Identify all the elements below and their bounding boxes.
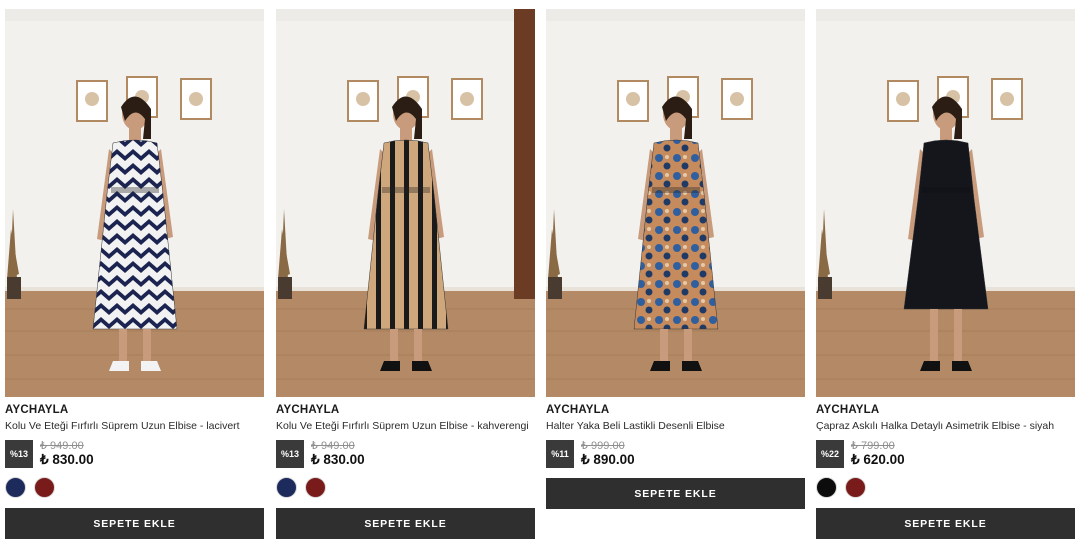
discount-badge: %22 [816, 440, 844, 468]
add-to-cart-button[interactable]: SEPETE EKLE [546, 478, 805, 509]
product-image[interactable] [816, 9, 1075, 397]
product-card[interactable]: AYCHAYLA Çapraz Askılı Halka Detaylı Asi… [816, 9, 1075, 539]
price-row: %13 ₺ 949.00 ₺ 830.00 [276, 440, 535, 468]
color-swatch[interactable] [5, 477, 26, 498]
prices: ₺ 799.00 ₺ 620.00 [851, 440, 905, 468]
color-swatches [5, 477, 264, 498]
product-brand: AYCHAYLA [276, 404, 340, 416]
product-photo [546, 9, 805, 397]
price-row: %22 ₺ 799.00 ₺ 620.00 [816, 440, 1075, 468]
product-brand: AYCHAYLA [546, 404, 610, 416]
new-price: ₺ 830.00 [40, 452, 94, 467]
product-card[interactable]: AYCHAYLA Kolu Ve Eteği Fırfırlı Süprem U… [5, 9, 264, 539]
price-row: %11 ₺ 999.00 ₺ 890.00 [546, 440, 805, 468]
product-image[interactable] [546, 9, 805, 397]
product-brand: AYCHAYLA [5, 404, 69, 416]
discount-badge: %13 [5, 440, 33, 468]
product-title[interactable]: Çapraz Askılı Halka Detaylı Asimetrik El… [816, 419, 1075, 434]
discount-badge: %13 [276, 440, 304, 468]
add-to-cart-button[interactable]: SEPETE EKLE [276, 508, 535, 539]
color-swatches [816, 477, 1075, 498]
prices: ₺ 949.00 ₺ 830.00 [40, 440, 94, 468]
old-price: ₺ 799.00 [851, 440, 895, 452]
color-swatches [276, 477, 535, 498]
product-card[interactable]: AYCHAYLA Halter Yaka Beli Lastikli Desen… [546, 9, 805, 509]
product-card[interactable]: AYCHAYLA Kolu Ve Eteği Fırfırlı Süprem U… [276, 9, 535, 539]
color-swatch[interactable] [305, 477, 326, 498]
price-row: %13 ₺ 949.00 ₺ 830.00 [5, 440, 264, 468]
color-swatch[interactable] [816, 477, 837, 498]
color-swatch[interactable] [276, 477, 297, 498]
product-photo [816, 9, 1075, 397]
discount-badge: %11 [546, 440, 574, 468]
product-title[interactable]: Kolu Ve Eteği Fırfırlı Süprem Uzun Elbis… [5, 419, 264, 434]
product-image[interactable] [276, 9, 535, 397]
prices: ₺ 949.00 ₺ 830.00 [311, 440, 365, 468]
product-title[interactable]: Kolu Ve Eteği Fırfırlı Süprem Uzun Elbis… [276, 419, 535, 434]
product-image[interactable] [5, 9, 264, 397]
product-title[interactable]: Halter Yaka Beli Lastikli Desenli Elbise [546, 419, 805, 434]
old-price: ₺ 999.00 [581, 440, 625, 452]
old-price: ₺ 949.00 [311, 440, 355, 452]
new-price: ₺ 830.00 [311, 452, 365, 467]
product-brand: AYCHAYLA [816, 404, 880, 416]
add-to-cart-button[interactable]: SEPETE EKLE [816, 508, 1075, 539]
new-price: ₺ 620.00 [851, 452, 905, 467]
color-swatch[interactable] [34, 477, 55, 498]
add-to-cart-button[interactable]: SEPETE EKLE [5, 508, 264, 539]
product-photo [5, 9, 264, 397]
old-price: ₺ 949.00 [40, 440, 84, 452]
color-swatch[interactable] [845, 477, 866, 498]
prices: ₺ 999.00 ₺ 890.00 [581, 440, 635, 468]
new-price: ₺ 890.00 [581, 452, 635, 467]
product-photo [276, 9, 535, 397]
